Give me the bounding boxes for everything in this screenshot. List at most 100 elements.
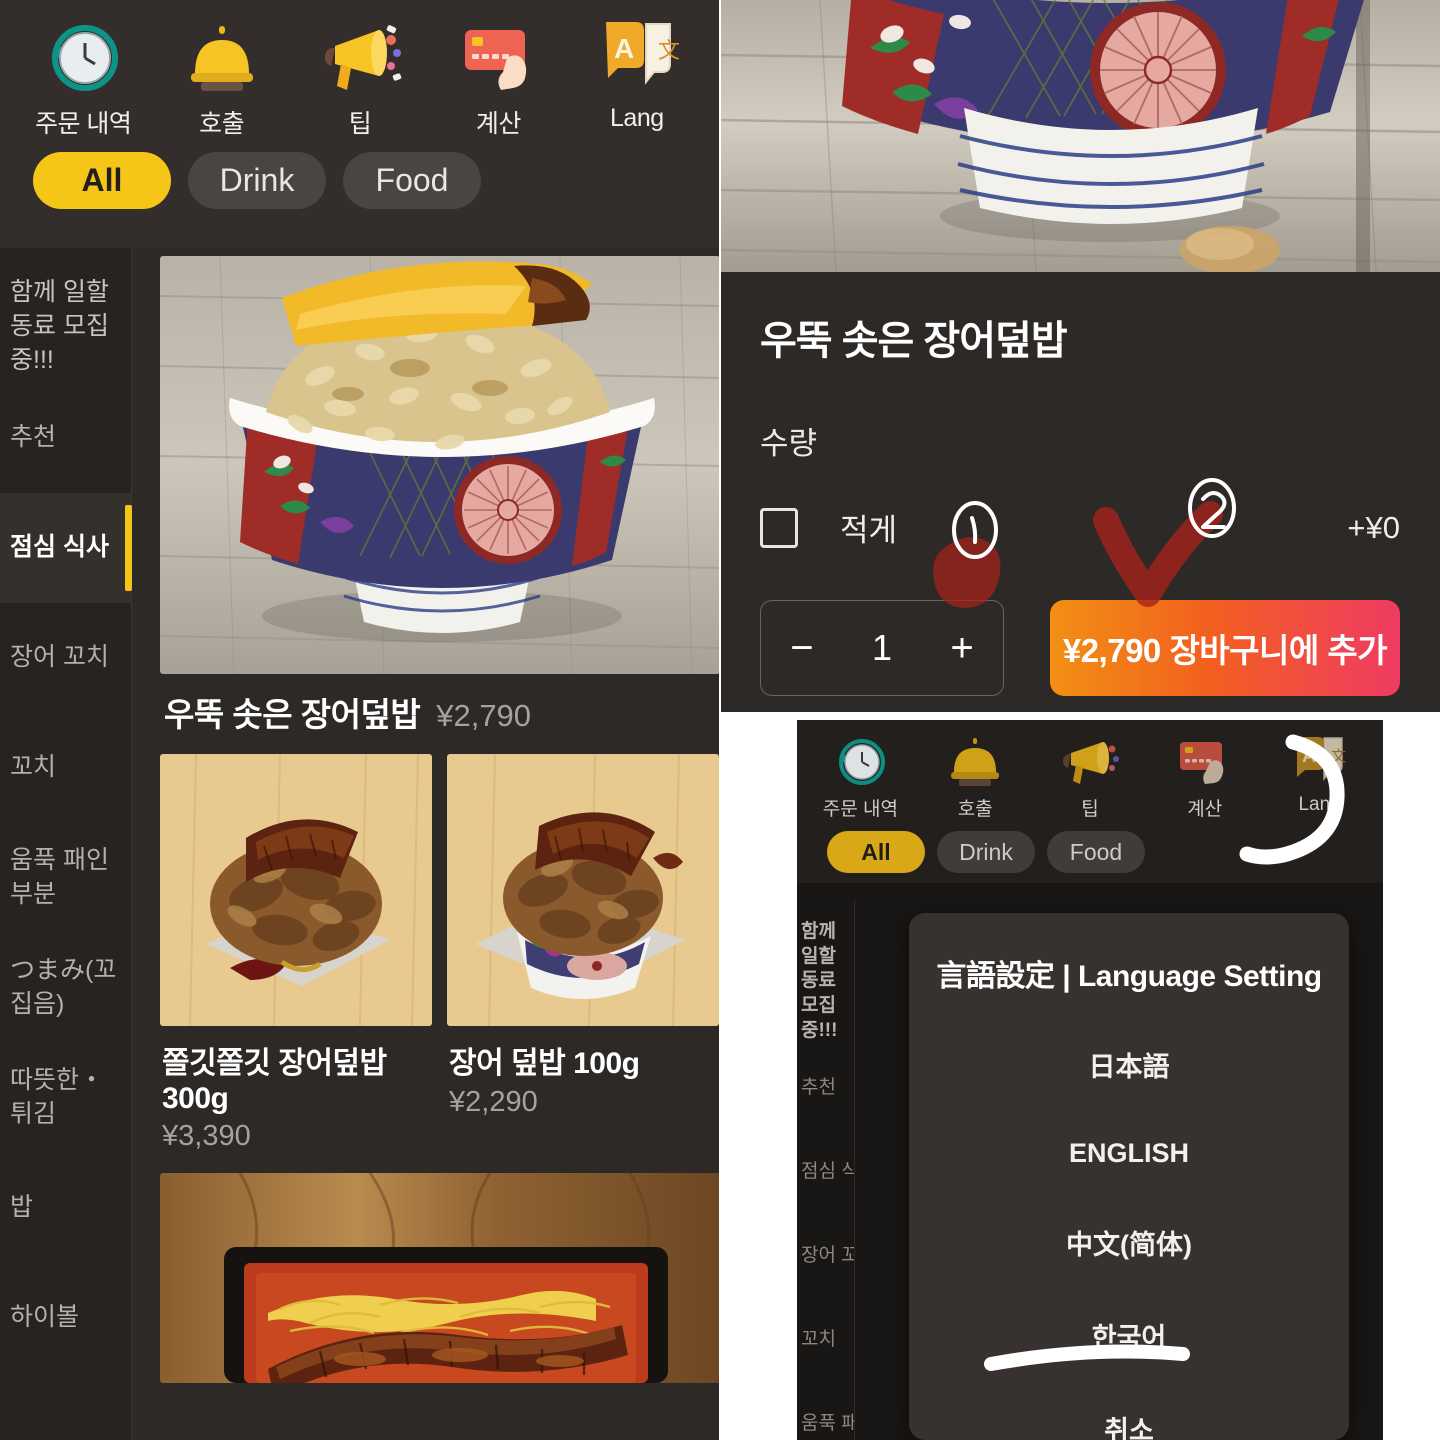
menu-card-chewy-eel[interactable]: 쫄깃쫄깃 장어덮밥 300g ¥3,390 (160, 754, 432, 1153)
menu-card-eel-100g[interactable]: 장어 덮밥 100g ¥2,290 (447, 754, 719, 1153)
sidebar-item-highball[interactable]: 하이볼 (0, 1263, 131, 1373)
sidebar-item-rice[interactable]: 밥 (0, 1153, 131, 1263)
toolbar-item-payment[interactable]: 계산 (429, 18, 567, 140)
megaphone-icon (1059, 734, 1121, 790)
item-detail-screen: 우뚝 솟은 장어덮밥 수량 적게 +¥0 − 1 + ¥2,790 장바구니에 … (720, 0, 1440, 712)
c-sidebar-item-lunch[interactable]: 점심 식사 (797, 1127, 854, 1211)
option-row-less[interactable]: 적게 +¥0 (760, 505, 1400, 550)
c-toolbar-item-label: Lang (1298, 794, 1341, 815)
c-sidebar-item-eel-skewer[interactable]: 장어 꼬치 (797, 1211, 854, 1295)
toolbar-item-label: 계산 (475, 110, 522, 138)
svg-text:A: A (614, 33, 634, 64)
quantity-decrease-button[interactable]: − (790, 628, 813, 668)
add-to-cart-button[interactable]: ¥2,790 장바구니에 추가 (1050, 600, 1400, 696)
c-category-filter-row: All Drink Food (803, 821, 1377, 873)
svg-text:文: 文 (658, 39, 680, 64)
c-top-toolbar: 주문 내역 호출 팁 계산 文 A Lang All Drink Food (797, 720, 1383, 883)
menu-item-price: ¥2,790 (436, 698, 532, 733)
translate-icon: 文 A (594, 18, 680, 98)
menu-card-title-row: 우뚝 솟은 장어덮밥 ¥2,790 (164, 688, 720, 736)
c-toolbar-item-label: 팁 (1081, 799, 1099, 820)
order-history-icon (40, 18, 126, 98)
c-sidebar-item-skewer[interactable]: 꼬치 (797, 1295, 854, 1379)
language-setting-dialog: 言語設定 | Language Setting 日本語 ENGLISH 中文(简… (909, 913, 1349, 1440)
option-price: +¥0 (1347, 509, 1400, 545)
sidebar-item-dented[interactable]: 움푹 패인 부분 (0, 823, 131, 933)
toolbar-item-language[interactable]: 文 A Lang (568, 18, 706, 140)
c-filter-chip-all[interactable]: All (827, 831, 925, 873)
c-toolbar-icon-row: 주문 내역 호출 팁 계산 文 A Lang (803, 734, 1377, 821)
c-toolbar-item-language[interactable]: 文 A Lang (1262, 734, 1377, 821)
language-dialog-screen: 주문 내역 호출 팁 계산 文 A Lang All Drink Food 함께… (720, 712, 1440, 1440)
c-toolbar-item-order-history[interactable]: 주문 내역 (803, 734, 918, 821)
menu-item-price: ¥2,290 (449, 1086, 538, 1118)
category-filter-row: All Drink Food (0, 140, 720, 209)
svg-text:A: A (1302, 745, 1316, 767)
language-option-chinese[interactable]: 中文(简体) (1066, 1223, 1192, 1262)
panel-divider (719, 0, 721, 1440)
c-filter-chip-food[interactable]: Food (1047, 831, 1145, 873)
filter-chip-drink[interactable]: Drink (188, 152, 326, 209)
language-screen-inner: 주문 내역 호출 팁 계산 文 A Lang All Drink Food 함께… (797, 720, 1383, 1440)
language-option-english[interactable]: ENGLISH (1069, 1138, 1189, 1169)
menu-list-screen: 주문 내역 호출 팁 계산 文 A Lang All Drink Food 함께… (0, 0, 720, 1440)
quantity-section-label: 수량 (760, 426, 818, 461)
menu-item-name: 우뚝 솟은 장어덮밥 (164, 696, 421, 733)
sidebar-item-lunch[interactable]: 점심 식사 (0, 493, 132, 603)
dialog-title: 言語設定 | Language Setting (936, 960, 1322, 993)
item-detail-body: 우뚝 솟은 장어덮밥 수량 적게 +¥0 − 1 + ¥2,790 장바구니에 … (720, 272, 1440, 712)
sidebar-item-recommended[interactable]: 추천 (0, 383, 131, 493)
category-sidebar: 함께 일할 동료 모집 중!!! 추천 점심 식사 장어 꼬치 꼬치 움푹 패인… (0, 248, 132, 1440)
menu-item-name: 장어 덮밥 100g (449, 1047, 640, 1080)
call-bell-icon (179, 18, 265, 98)
screenshot-root: 주문 내역 호출 팁 계산 文 A Lang All Drink Food 함께… (0, 0, 1440, 1440)
detail-action-row: − 1 + ¥2,790 장바구니에 추가 (760, 600, 1400, 696)
c-toolbar-item-call[interactable]: 호출 (918, 734, 1033, 821)
svg-text:文: 文 (1331, 747, 1346, 765)
toolbar-item-label: 팁 (348, 110, 372, 138)
sidebar-item-skewer[interactable]: 꼬치 (0, 713, 131, 823)
menu-item-price: ¥3,390 (162, 1120, 251, 1152)
quantity-stepper[interactable]: − 1 + (760, 600, 1004, 696)
dialog-cancel-button[interactable]: 취소 (1104, 1409, 1154, 1440)
quantity-increase-button[interactable]: + (950, 628, 973, 668)
translate-icon: 文 A (1289, 734, 1351, 790)
sidebar-item-tsumami[interactable]: つまみ(꼬집음) (0, 933, 131, 1043)
order-history-icon (829, 734, 891, 790)
toolbar-item-call[interactable]: 호출 (152, 18, 290, 140)
menu-grid: 우뚝 솟은 장어덮밥 ¥2,790 쫄깃쫄깃 장어덮밥 300g ¥3,390 … (132, 248, 720, 1440)
menu-grid-row: 쫄깃쫄깃 장어덮밥 300g ¥3,390 장어 덮밥 100g ¥2,290 (160, 754, 720, 1153)
c-toolbar-item-label: 주문 내역 (822, 799, 898, 820)
option-label: 적게 (840, 513, 898, 548)
chewy-eel-bowl-photo (160, 754, 432, 1026)
c-sidebar-item-recruiting[interactable]: 함께 일할 동료 모집 중!!! (797, 900, 854, 1043)
option-checkbox[interactable] (760, 507, 798, 548)
top-toolbar: 주문 내역 호출 팁 계산 文 A Lang All Drink Food (0, 0, 720, 248)
c-toolbar-item-tip[interactable]: 팁 (1033, 734, 1148, 821)
toolbar-item-label: 호출 (199, 110, 245, 138)
filter-chip-all[interactable]: All (33, 152, 171, 209)
toolbar-item-order-history[interactable]: 주문 내역 (14, 18, 152, 140)
call-bell-icon (944, 734, 1006, 790)
eel-rice-bowl-closeup-photo (720, 0, 1440, 272)
c-sidebar-item-recommended[interactable]: 추천 (797, 1043, 854, 1127)
language-option-japanese[interactable]: 日本語 (1089, 1045, 1170, 1084)
menu-card-next[interactable] (160, 1173, 720, 1383)
c-toolbar-item-label: 계산 (1187, 799, 1223, 820)
toolbar-item-tip[interactable]: 팁 (291, 18, 429, 140)
menu-item-name: 쫄깃쫄깃 장어덮밥 300g (162, 1047, 387, 1115)
c-filter-chip-drink[interactable]: Drink (937, 831, 1035, 873)
toolbar-item-label: 주문 내역 (34, 110, 132, 138)
sidebar-item-eel-skewer[interactable]: 장어 꼬치 (0, 603, 131, 713)
language-option-korean[interactable]: 한국어 (1092, 1316, 1167, 1355)
eel-bento-box-photo (160, 1173, 720, 1383)
c-toolbar-item-label: 호출 (957, 799, 993, 820)
sidebar-item-recruiting[interactable]: 함께 일할 동료 모집 중!!! (0, 248, 131, 383)
menu-card-featured[interactable]: 우뚝 솟은 장어덮밥 ¥2,790 (160, 256, 720, 736)
filter-chip-food[interactable]: Food (343, 152, 481, 209)
toolbar-icon-row: 주문 내역 호출 팁 계산 文 A Lang (0, 0, 720, 140)
sidebar-item-warm-fried[interactable]: 따뜻한・튀김 (0, 1043, 131, 1153)
c-toolbar-item-payment[interactable]: 계산 (1147, 734, 1262, 821)
c-sidebar-item-dented[interactable]: 움푹 패인 부분 (797, 1379, 854, 1440)
payment-card-icon (455, 18, 541, 98)
